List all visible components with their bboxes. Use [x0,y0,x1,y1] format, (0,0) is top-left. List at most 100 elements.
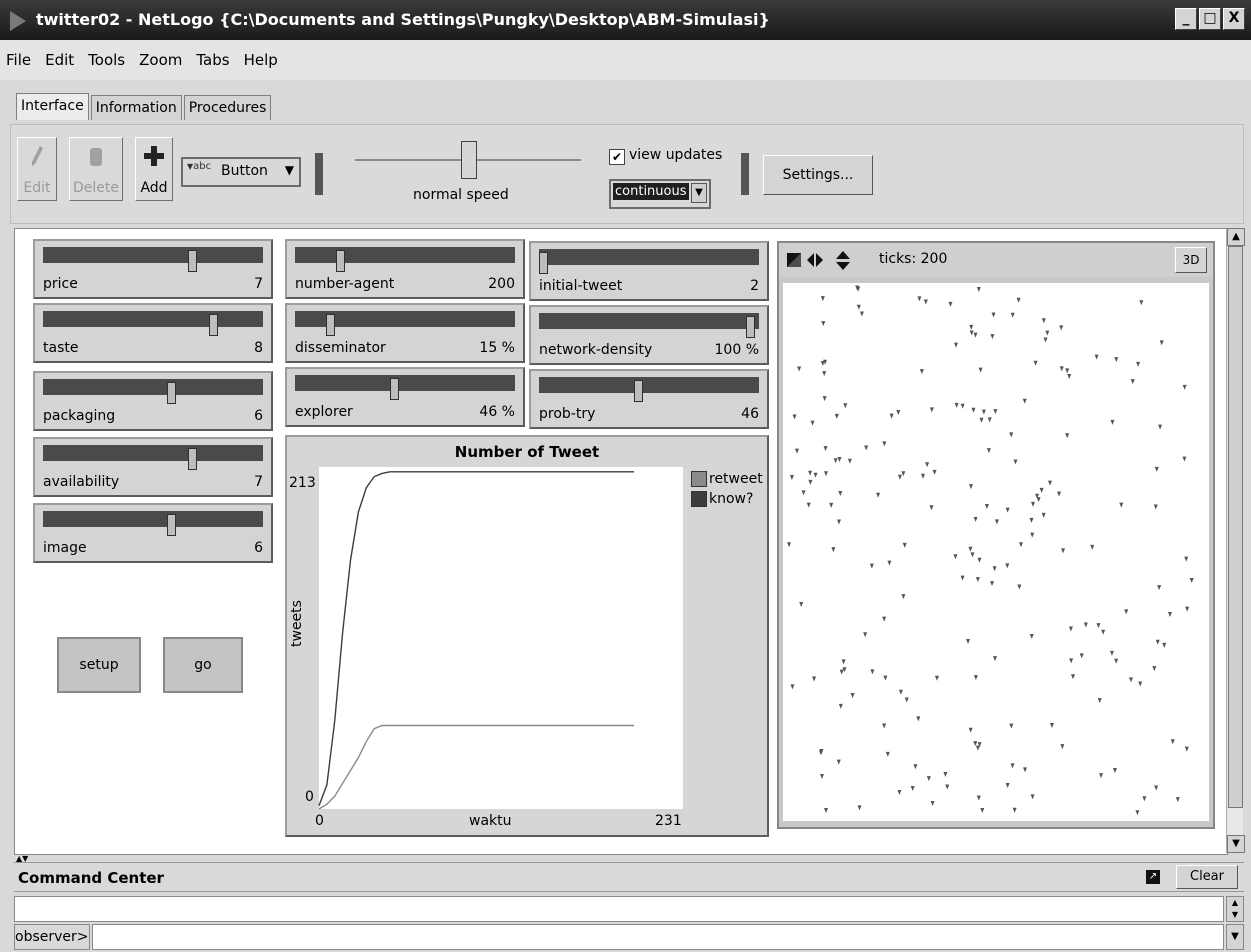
widget-type-select[interactable]: ▼abc Button ▼ [181,157,301,187]
turtle-agent [901,594,906,600]
world-canvas[interactable] [783,283,1209,821]
turtle-agent [1030,794,1035,800]
add-button[interactable]: Add [135,137,173,201]
update-mode-select[interactable]: continuous ▼ [609,179,711,209]
history-dropdown-icon[interactable]: ▼ [1226,924,1244,950]
turtle-agent [925,462,930,468]
speed-label: normal speed [413,187,509,203]
slider-initial-tweet[interactable]: initial-tweet 2 [529,241,769,301]
turtle-agent [837,456,842,462]
turtle-agent [1060,744,1065,750]
edit-button[interactable]: Edit [17,137,57,201]
turtle-agent [990,334,995,340]
turtle-agent [1099,773,1104,779]
menu-file[interactable]: File [6,51,31,69]
tab-information[interactable]: Information [90,95,182,120]
slider-explorer[interactable]: explorer 46 % [285,367,525,427]
turtle-agent [926,776,931,782]
slider-knob[interactable] [390,378,399,400]
output-scroll-icon[interactable]: ▲ ▼ [1226,896,1244,922]
turtle-agent [970,552,975,558]
slider-taste[interactable]: taste 8 [33,303,273,363]
speed-slider-knob[interactable] [461,141,477,179]
scroll-up-icon[interactable]: ▲ [1227,228,1245,246]
command-input[interactable] [92,924,1224,950]
interface-scrollbar[interactable]: ▲ ▼ [1226,228,1245,853]
plot-background [319,467,683,809]
close-button[interactable]: X [1223,8,1245,30]
slider-value: 6 [254,408,263,424]
expand-icon[interactable]: ↗ [1146,870,1160,884]
slider-knob[interactable] [336,250,345,272]
turtle-agent [1041,318,1046,324]
slider-value: 200 [488,276,515,292]
turtle-agent [1031,501,1036,507]
slider-track [43,311,263,336]
menu-help[interactable]: Help [244,51,278,69]
slider-knob[interactable] [634,380,643,402]
scroll-down-icon[interactable]: ▼ [1227,835,1245,853]
clear-button[interactable]: Clear [1176,865,1238,889]
turtle-agent [975,577,980,583]
slider-knob[interactable] [326,314,335,336]
turtle-agent [901,471,906,477]
legend-label: know? [709,491,754,507]
slider-track [43,445,263,470]
minimize-button[interactable]: _ [1175,8,1197,30]
tab-strip: Interface Information Procedures [16,90,273,120]
slider-availability[interactable]: availability 7 [33,437,273,497]
turtle-agent [1012,807,1017,813]
turtle-agent [1124,609,1129,615]
view-control-icons[interactable] [787,249,857,273]
slider-network-density[interactable]: network-density 100 % [529,305,769,365]
delete-button[interactable]: Delete [69,137,123,201]
turtle-agent [923,299,928,305]
turtle-agent [818,750,823,756]
slider-knob[interactable] [188,250,197,272]
turtle-agent [799,602,804,608]
setup-button[interactable]: setup [57,637,141,693]
tab-procedures[interactable]: Procedures [183,95,272,120]
slider-knob[interactable] [746,316,755,338]
turtle-agent [968,546,973,552]
turtle-agent [916,716,921,722]
turtle-agent [869,563,874,569]
turtle-agent [993,409,998,415]
slider-price[interactable]: price 7 [33,239,273,299]
toolbar-separator [315,153,323,195]
turtle-agent [1005,507,1010,513]
menu-zoom[interactable]: Zoom [139,51,182,69]
slider-knob[interactable] [539,252,548,274]
view-updates-label: view updates [629,147,723,163]
slider-knob[interactable] [209,314,218,336]
settings-button[interactable]: Settings... [763,155,873,195]
3d-view-button[interactable]: 3D [1175,247,1207,273]
turtle-agent [829,502,834,508]
chevron-down-icon: ▼ [691,183,707,203]
slider-packaging[interactable]: packaging 6 [33,371,273,431]
turtle-agent [889,413,894,419]
turtle-agent [1185,606,1190,612]
slider-knob[interactable] [167,382,176,404]
maximize-button[interactable]: □ [1199,8,1221,30]
turtle-agent [813,472,818,478]
slider-value: 46 % [479,404,515,420]
slider-number-agent[interactable]: number-agent 200 [285,239,525,299]
slider-disseminator[interactable]: disseminator 15 % [285,303,525,363]
slider-value: 46 [741,406,759,422]
slider-prob-try[interactable]: prob-try 46 [529,369,769,429]
menu-edit[interactable]: Edit [45,51,74,69]
turtle-agent [973,741,978,747]
command-prompt-label[interactable]: observer> [14,924,90,950]
menu-tools[interactable]: Tools [88,51,125,69]
turtle-agent [1167,611,1172,617]
view-updates-checkbox[interactable]: ✔ [609,149,625,165]
turtle-agent [1029,517,1034,523]
slider-image[interactable]: image 6 [33,503,273,563]
go-button[interactable]: go [163,637,243,693]
slider-knob[interactable] [167,514,176,536]
scrollbar-thumb[interactable] [1228,246,1243,808]
slider-knob[interactable] [188,448,197,470]
menu-tabs[interactable]: Tabs [196,51,229,69]
tab-interface[interactable]: Interface [16,93,89,120]
